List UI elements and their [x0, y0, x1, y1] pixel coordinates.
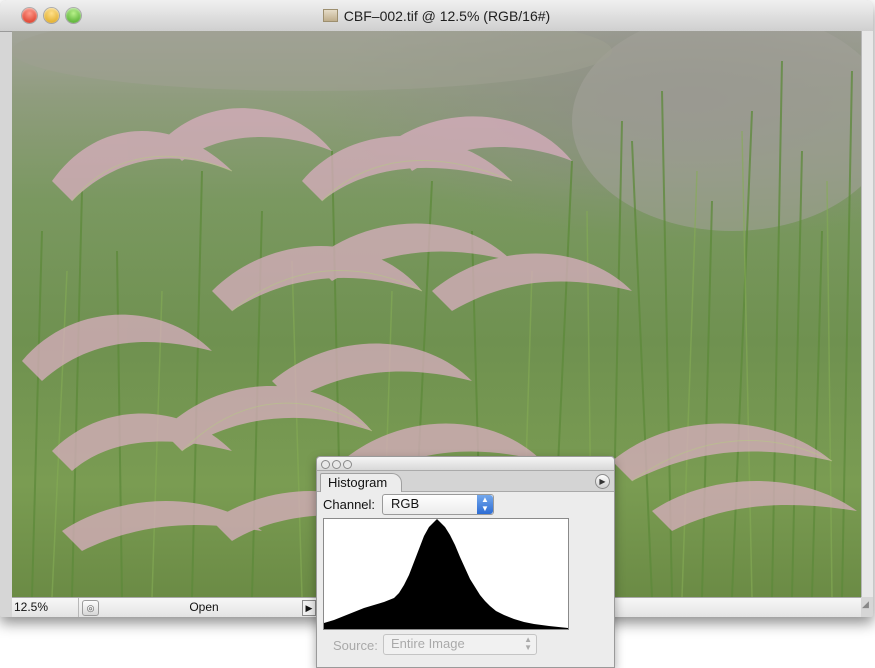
channel-select-value: RGB: [391, 496, 420, 511]
window-title-text: CBF–002.tif @ 12.5% (RGB/16#): [343, 8, 551, 24]
palette-minimize-icon[interactable]: [332, 460, 341, 469]
palette-title-bar[interactable]: [317, 457, 614, 471]
channel-label: Channel:: [323, 497, 376, 512]
source-label: Source:: [333, 638, 378, 653]
chevron-updown-icon: ▲ ▼: [477, 495, 493, 514]
histogram-graph: [323, 518, 569, 630]
vertical-scroll-area[interactable]: [861, 31, 873, 597]
source-chevron-updown-icon: ▲ ▼: [524, 635, 532, 652]
palette-menu-icon[interactable]: ▶: [595, 474, 610, 489]
status-options-icon[interactable]: ◎: [82, 600, 99, 616]
status-menu-arrow-icon[interactable]: ▶: [302, 600, 316, 616]
palette-close-icon[interactable]: [321, 460, 330, 469]
status-info-text: Open: [189, 600, 219, 614]
source-select-value: Entire Image: [391, 636, 465, 651]
histogram-plot: [324, 519, 568, 629]
histogram-curve: [324, 519, 568, 629]
zoom-level-text: 12.5%: [14, 600, 49, 614]
window-title: CBF–002.tif @ 12.5% (RGB/16#): [0, 8, 873, 24]
palette-tab-bar: Histogram ▶: [317, 471, 614, 492]
histogram-palette: Histogram ▶ Channel: RGB ▲ ▼ Source: Enti…: [316, 456, 615, 668]
resize-grip-icon[interactable]: ◢: [862, 599, 872, 609]
title-bar[interactable]: CBF–002.tif @ 12.5% (RGB/16#): [0, 0, 873, 32]
channel-select[interactable]: RGB ▲ ▼: [382, 494, 494, 515]
tab-histogram[interactable]: Histogram: [320, 473, 403, 492]
source-select[interactable]: Entire Image ▲ ▼: [383, 634, 537, 655]
document-icon: [322, 9, 338, 22]
zoom-level-field[interactable]: 12.5%: [12, 598, 79, 617]
palette-zoom-icon[interactable]: [343, 460, 352, 469]
